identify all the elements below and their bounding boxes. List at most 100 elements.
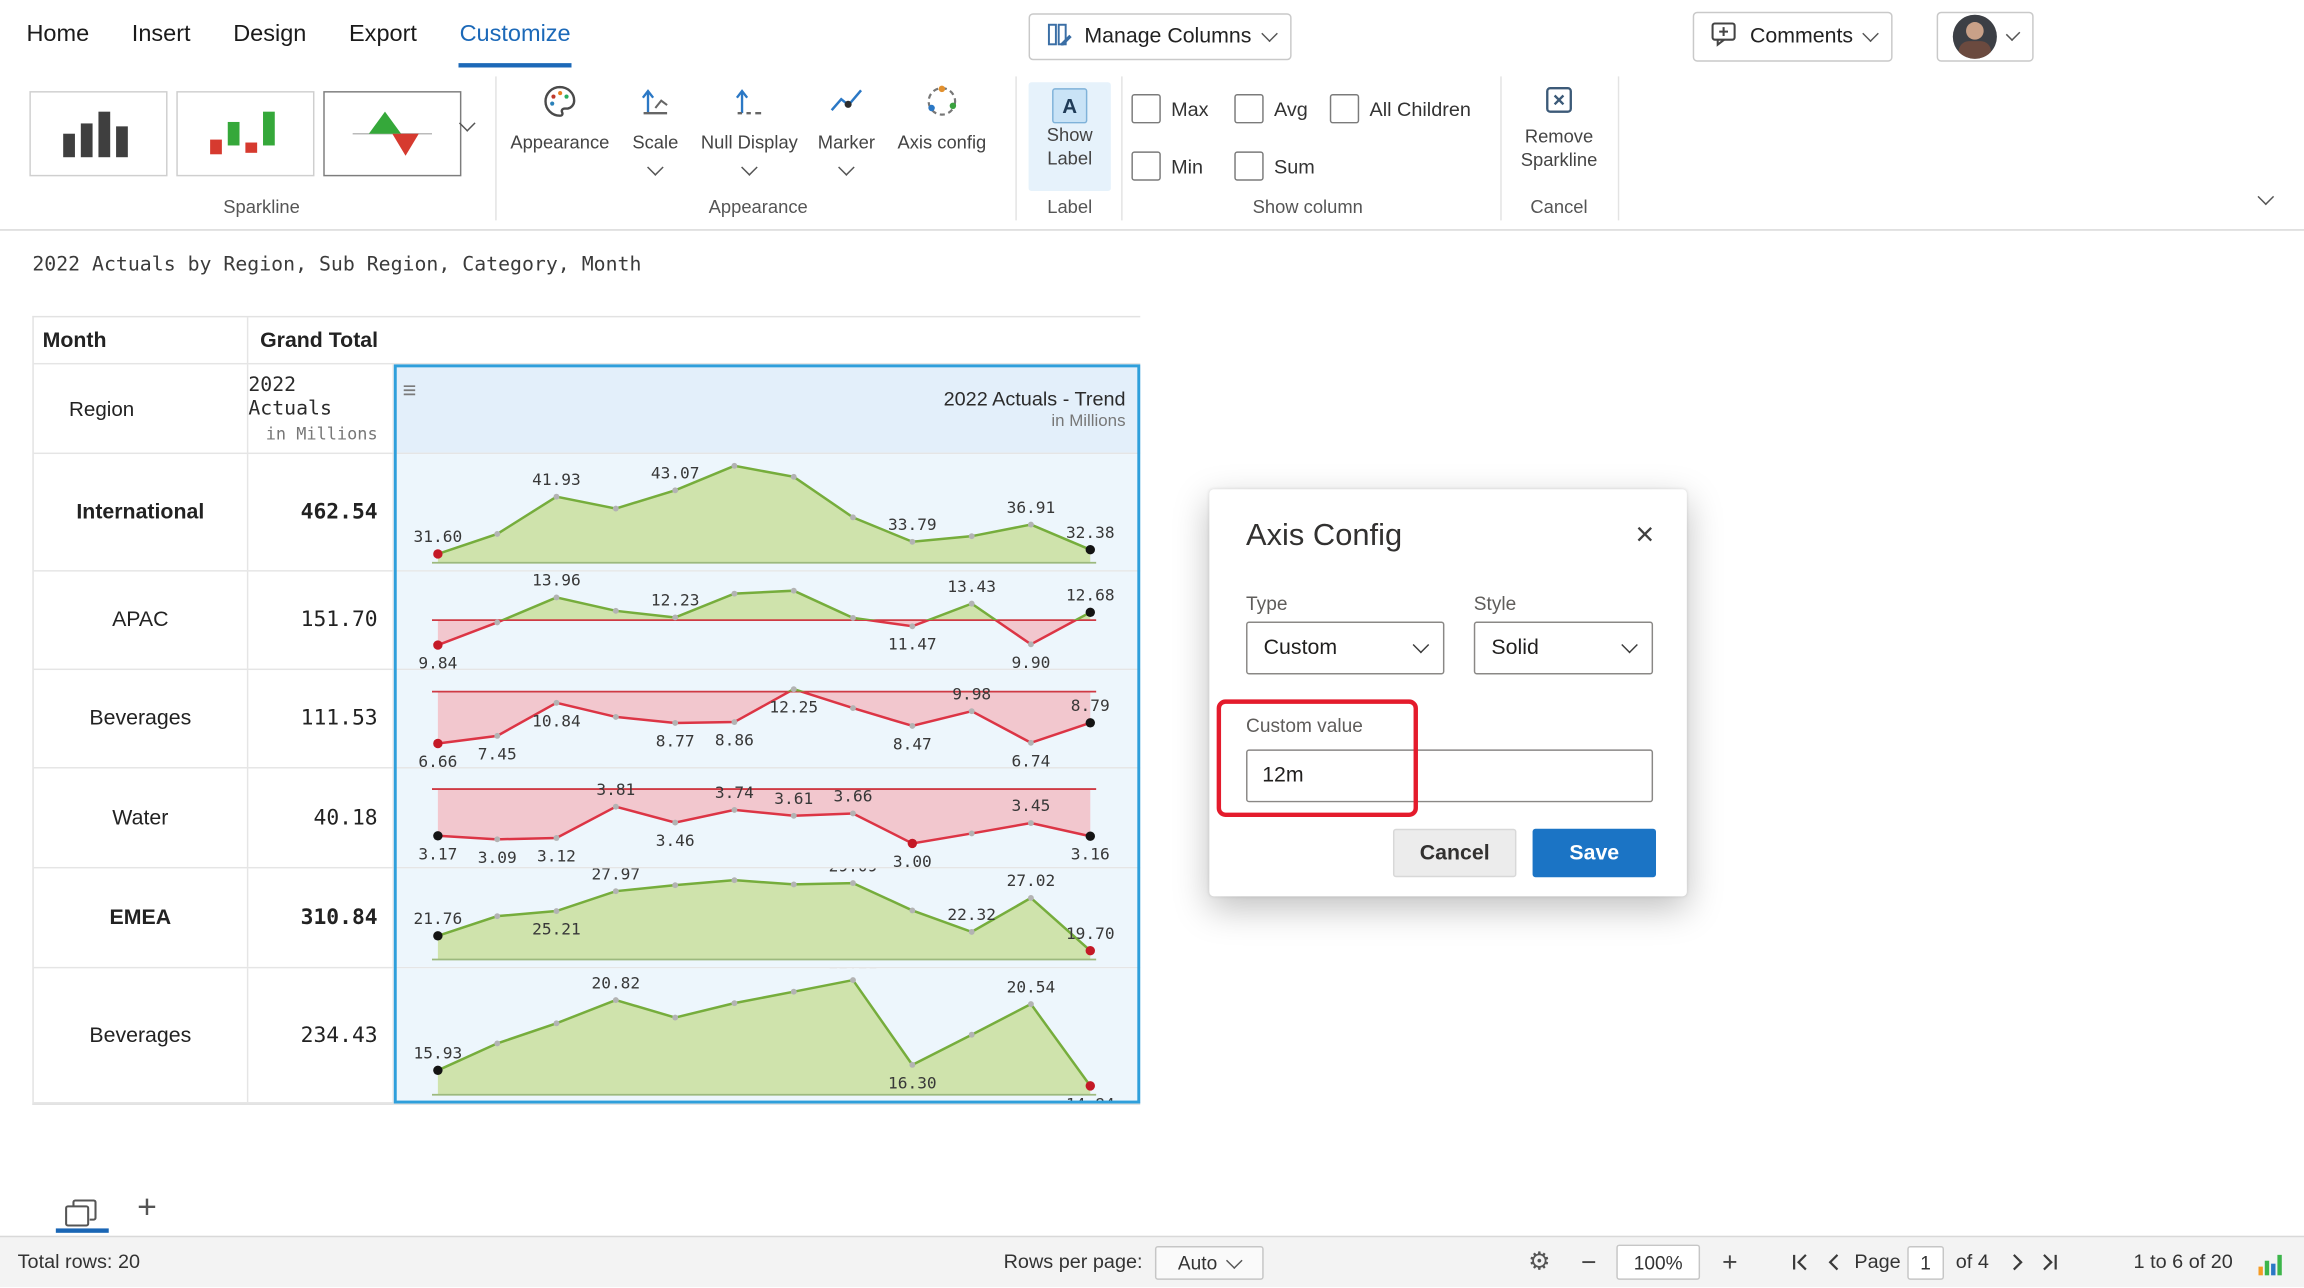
type-dropdown[interactable]: Custom	[1246, 622, 1444, 675]
sparkline-cell[interactable]: 9.8413.9612.2311.4713.439.9012.68	[394, 572, 1140, 669]
palette-icon	[541, 82, 579, 128]
table-row: Beverages234.4315.9320.8222.2116.3020.54…	[34, 968, 1140, 1103]
svg-text:9.84: 9.84	[418, 654, 457, 669]
checkbox-box	[1234, 94, 1263, 123]
page-number-value: 1	[1920, 1252, 1931, 1274]
comments-label: Comments	[1750, 25, 1853, 49]
menu-item-customize[interactable]: Customize	[458, 3, 572, 68]
sparkline-type-bar-sparkline[interactable]	[29, 91, 167, 176]
page-of-label: of 4	[1956, 1237, 1989, 1287]
checkbox-max[interactable]: Max	[1131, 94, 1208, 123]
sheet-tab[interactable]	[59, 1196, 103, 1228]
drag-handle-icon[interactable]: ≡	[403, 379, 417, 405]
row-value-cell[interactable]: 234.43	[248, 968, 393, 1102]
total-rows-label: Total rows: 20	[18, 1237, 140, 1287]
row-label-cell[interactable]: Beverages	[34, 968, 249, 1102]
ribbon-button-scale[interactable]: Scale	[620, 82, 691, 173]
svg-text:22.32: 22.32	[947, 905, 996, 924]
row-label: EMEA	[34, 906, 247, 930]
table-row: Beverages111.536.667.4510.848.778.8612.2…	[34, 670, 1140, 768]
add-sheet-button[interactable]: +	[129, 1187, 164, 1227]
ribbon-button-label: Null Display	[701, 132, 798, 153]
custom-value-label: Custom value	[1246, 714, 1363, 736]
svg-text:8.77: 8.77	[656, 731, 695, 750]
ribbon-button-label: Scale	[632, 132, 678, 153]
menu-item-insert[interactable]: Insert	[130, 3, 192, 68]
checkbox-label: Sum	[1274, 155, 1315, 177]
settings-gear-icon[interactable]: ⚙	[1528, 1237, 1550, 1287]
trend-column-header[interactable]: ≡ 2022 Actuals - Trend in Millions	[394, 364, 1140, 452]
checkbox-all-children[interactable]: All Children	[1330, 94, 1471, 123]
chevron-down-icon[interactable]	[647, 159, 664, 176]
remove-sparkline-button[interactable]: Remove Sparkline	[1513, 82, 1604, 172]
svg-text:25.21: 25.21	[532, 920, 581, 939]
svg-text:3.16: 3.16	[1071, 845, 1110, 864]
previous-page-button[interactable]	[1824, 1252, 1848, 1274]
ribbon-button-marker[interactable]: Marker	[808, 82, 884, 173]
next-page-button[interactable]	[2007, 1252, 2031, 1274]
chevron-down-icon[interactable]	[741, 159, 758, 176]
svg-text:3.81: 3.81	[596, 780, 635, 799]
sheet-icon	[65, 1198, 97, 1226]
sparkline-cell[interactable]: 3.173.093.123.813.463.743.613.663.003.45…	[394, 768, 1140, 866]
cancel-button[interactable]: Cancel	[1393, 829, 1516, 877]
row-label-cell[interactable]: APAC	[34, 572, 249, 669]
menu-item-home[interactable]: Home	[25, 3, 91, 68]
checkbox-box	[1131, 151, 1160, 180]
first-page-button[interactable]	[1790, 1252, 1814, 1274]
rows-per-page-dropdown[interactable]: Auto	[1155, 1246, 1264, 1280]
row-label-cell[interactable]: EMEA	[34, 868, 249, 966]
group-label-label: Label	[1023, 197, 1117, 218]
type-label: Type	[1246, 592, 1287, 614]
last-page-button[interactable]	[2040, 1252, 2064, 1274]
style-label: Style	[1474, 592, 1516, 614]
sparkline-cell[interactable]: 21.7625.2127.9729.0922.3227.0219.70	[394, 868, 1140, 966]
ribbon-button-null-display[interactable]: Null Display	[688, 82, 811, 173]
account-button[interactable]	[1937, 12, 2034, 62]
comments-button[interactable]: Comments	[1693, 12, 1893, 62]
close-icon[interactable]: ×	[1635, 516, 1654, 554]
row-label-cell[interactable]: International	[34, 454, 249, 570]
row-label-cell[interactable]: Water	[34, 768, 249, 866]
menu-item-design[interactable]: Design	[232, 3, 308, 68]
sparkline-cell[interactable]: 31.6041.9343.0733.7936.9132.38	[394, 454, 1140, 570]
gallery-expand-icon[interactable]	[459, 115, 476, 132]
zoom-level[interactable]: 100%	[1616, 1245, 1700, 1280]
manage-columns-button[interactable]: Manage Columns	[1029, 13, 1292, 60]
row-label-cell[interactable]: Beverages	[34, 670, 249, 767]
mini-chart-icon	[2258, 1250, 2282, 1279]
style-dropdown[interactable]: Solid	[1474, 622, 1653, 675]
row-value-cell[interactable]: 310.84	[248, 868, 393, 966]
zoom-out-button[interactable]: −	[1581, 1237, 1596, 1287]
svg-text:21.76: 21.76	[414, 909, 463, 928]
checkbox-sum[interactable]: Sum	[1234, 151, 1314, 180]
grand-total-header-cell[interactable]: Grand Total	[248, 317, 1140, 363]
add-comment-icon	[1709, 19, 1738, 54]
sparkline-type-area-sparkline[interactable]	[323, 91, 461, 176]
svg-text:10.84: 10.84	[532, 711, 581, 730]
checkbox-box	[1234, 151, 1263, 180]
sparkline-cell[interactable]: 15.9320.8222.2116.3020.5414.84	[394, 968, 1140, 1102]
sparkline-cell[interactable]: 6.667.4510.848.778.8612.258.479.986.748.…	[394, 670, 1140, 767]
sparkline-type-column-sparkline[interactable]	[176, 91, 314, 176]
row-range-label: 1 to 6 of 20	[2134, 1237, 2233, 1287]
region-header-cell[interactable]: Region	[34, 364, 249, 452]
zoom-in-button[interactable]: +	[1722, 1237, 1737, 1287]
ribbon-button-axis-config[interactable]: Axis config	[885, 82, 1000, 153]
row-value-cell[interactable]: 40.18	[248, 768, 393, 866]
custom-value-input[interactable]	[1246, 749, 1653, 802]
checkbox-avg[interactable]: Avg	[1234, 94, 1308, 123]
show-label-button[interactable]: A Show Label	[1029, 82, 1111, 191]
month-header-cell[interactable]: Month	[34, 317, 249, 363]
value-column-header[interactable]: 2022 Actuals in Millions	[248, 364, 393, 452]
chevron-down-icon[interactable]	[838, 159, 855, 176]
checkbox-min[interactable]: Min	[1131, 151, 1203, 180]
menu-item-export[interactable]: Export	[348, 3, 419, 68]
row-value-cell[interactable]: 462.54	[248, 454, 393, 570]
row-value-cell[interactable]: 111.53	[248, 670, 393, 767]
ribbon-button-appearance[interactable]: Appearance	[511, 82, 608, 153]
row-value-cell[interactable]: 151.70	[248, 572, 393, 669]
collapse-ribbon-icon[interactable]	[2257, 189, 2274, 206]
save-button[interactable]: Save	[1533, 829, 1656, 877]
page-number-input[interactable]: 1	[1907, 1246, 1944, 1280]
